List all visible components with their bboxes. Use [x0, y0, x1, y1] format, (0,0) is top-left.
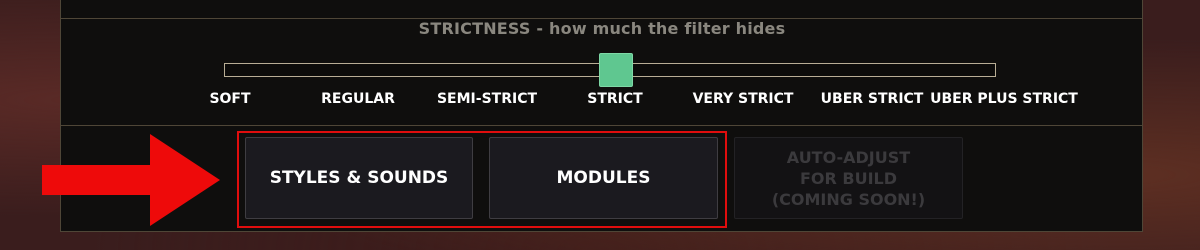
strictness-level-label[interactable]: UBER PLUS STRICT: [930, 91, 1078, 107]
strictness-level-label[interactable]: STRICT: [587, 91, 642, 107]
strictness-level-label[interactable]: VERY STRICT: [693, 91, 794, 107]
panel-divider-mid: [60, 125, 1143, 126]
strictness-level-label[interactable]: SOFT: [209, 91, 250, 107]
strictness-level-label[interactable]: SEMI-STRICT: [437, 91, 537, 107]
strictness-level-label[interactable]: UBER STRICT: [821, 91, 924, 107]
styles-and-sounds-button[interactable]: STYLES & SOUNDS: [245, 137, 473, 219]
modules-button[interactable]: MODULES: [489, 137, 718, 219]
strictness-title: STRICTNESS - how much the filter hides: [418, 19, 786, 38]
right-arrow-icon: [42, 134, 220, 226]
strictness-level-label[interactable]: REGULAR: [321, 91, 395, 107]
strictness-slider-thumb[interactable]: [599, 53, 633, 87]
auto-adjust-for-build-button: AUTO-ADJUST FOR BUILD (COMING SOON!): [734, 137, 963, 219]
